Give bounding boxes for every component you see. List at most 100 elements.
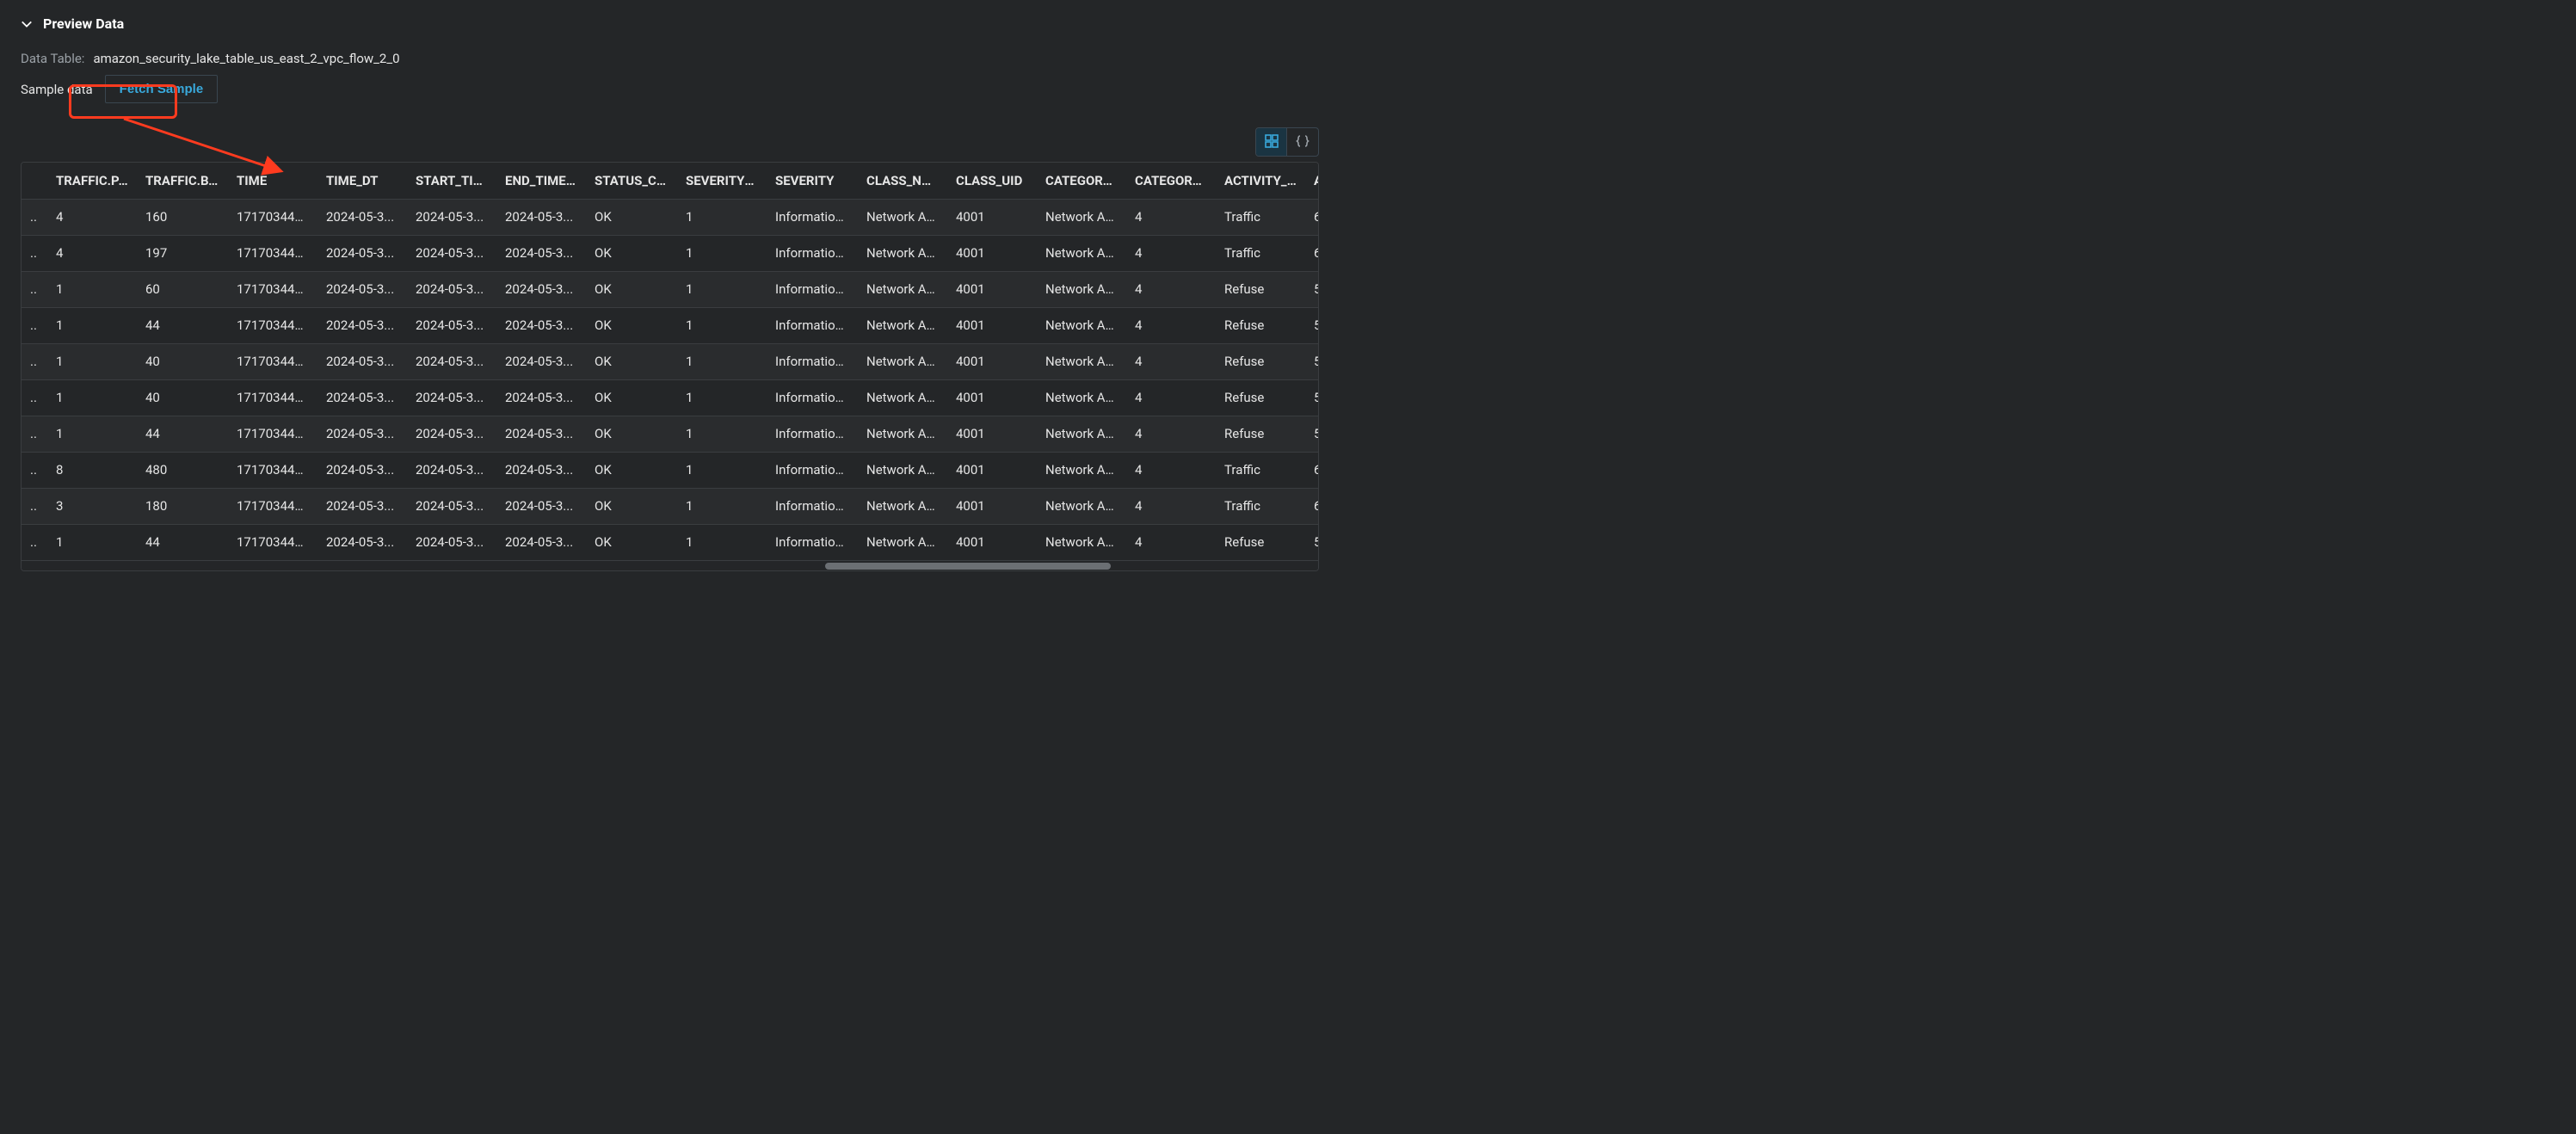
cell-class_name: Network Ac... [858,379,947,416]
cell-activity_name: Refuse [1216,271,1305,307]
table-row[interactable]: ..140171703440...2024-05-3...2024-05-3..… [22,343,1318,379]
table-row[interactable]: ..144171703440...2024-05-3...2024-05-3..… [22,416,1318,452]
cell-start_time: 2024-05-3... [407,452,496,488]
cell-class_uid: 4001 [947,488,1037,524]
column-header-time_dt[interactable]: TIME_DT [317,163,407,199]
leading-column-header[interactable] [22,163,47,199]
cell-traffic_packets: 1 [47,379,137,416]
cell-start_time: 2024-05-3... [407,271,496,307]
cell-category_name: Network Ac... [1037,379,1126,416]
column-header-activity_name[interactable]: ACTIVITY_N... [1216,163,1305,199]
column-header-severity_id[interactable]: SEVERITY_ID [677,163,767,199]
cell-class_name: Network Ac... [858,416,947,452]
column-header-activity_id[interactable]: ACTI [1305,163,1318,199]
cell-class_name: Network Ac... [858,271,947,307]
cell-traffic_packets: 4 [47,235,137,271]
table-row[interactable]: ..160171703440...2024-05-3...2024-05-3..… [22,271,1318,307]
cell-category_name: Network Ac... [1037,307,1126,343]
column-header-traffic_packets[interactable]: TRAFFIC.PAC... [47,163,137,199]
cell-activity_id: 5 [1305,343,1318,379]
cell-time: 171703440... [228,379,317,416]
cell-activity_id: 6 [1305,488,1318,524]
column-header-class_uid[interactable]: CLASS_UID [947,163,1037,199]
table-row[interactable]: ..3180171703443...2024-05-3...2024-05-3.… [22,488,1318,524]
table-row[interactable]: ..4160171703440...2024-05-3...2024-05-3.… [22,199,1318,235]
table-row[interactable]: ..144171703443...2024-05-3...2024-05-3..… [22,524,1318,560]
cell-activity_name: Traffic [1216,199,1305,235]
cell-traffic_bytes: 480 [137,452,228,488]
json-view-button[interactable] [1287,128,1318,156]
cell-category_name: Network Ac... [1037,488,1126,524]
scrollbar-thumb[interactable] [825,563,1111,570]
column-header-category_name[interactable]: CATEGORY_... [1037,163,1126,199]
table-row[interactable]: ..4197171703440...2024-05-3...2024-05-3.… [22,235,1318,271]
column-header-time[interactable]: TIME [228,163,317,199]
cell-category_name: Network Ac... [1037,235,1126,271]
cell-traffic_bytes: 197 [137,235,228,271]
cell-status_code: OK [586,307,677,343]
cell-start_time: 2024-05-3... [407,524,496,560]
cell-time: 171703440... [228,271,317,307]
cell-traffic_packets: 8 [47,452,137,488]
column-header-category_uid[interactable]: CATEGORY_... [1126,163,1216,199]
cell-severity: Informational [767,379,858,416]
cell-activity_name: Traffic [1216,235,1305,271]
cell-activity_name: Refuse [1216,416,1305,452]
cell-activity_id: 5 [1305,271,1318,307]
cell-traffic_bytes: 44 [137,524,228,560]
horizontal-scrollbar[interactable] [22,560,1318,570]
cell-status_code: OK [586,199,677,235]
cell-category_name: Network Ac... [1037,271,1126,307]
fetch-sample-button[interactable]: Fetch Sample [105,75,219,103]
cell-category_uid: 4 [1126,307,1216,343]
cell-status_code: OK [586,488,677,524]
cell-time_dt: 2024-05-3... [317,524,407,560]
cell-activity_name: Refuse [1216,343,1305,379]
cell-class_name: Network Ac... [858,235,947,271]
cell-severity_id: 1 [677,307,767,343]
sample-data-label: Sample data [21,82,93,97]
cell-time: 171703443... [228,488,317,524]
column-header-traffic_bytes[interactable]: TRAFFIC.BYT... [137,163,228,199]
cell-category_uid: 4 [1126,343,1216,379]
column-header-class_name[interactable]: CLASS_NAME [858,163,947,199]
cell-end_time_dt: 2024-05-3... [496,307,586,343]
cell-time_dt: 2024-05-3... [317,271,407,307]
cell-class_name: Network Ac... [858,524,947,560]
column-header-severity[interactable]: SEVERITY [767,163,858,199]
cell-severity: Informational [767,524,858,560]
column-header-start_time[interactable]: START_TIME_... [407,163,496,199]
row-leading-cell: .. [22,343,47,379]
cell-start_time: 2024-05-3... [407,488,496,524]
column-header-status_code[interactable]: STATUS_CODE [586,163,677,199]
row-leading-cell: .. [22,271,47,307]
row-leading-cell: .. [22,379,47,416]
braces-icon [1296,134,1310,151]
cell-severity_id: 1 [677,199,767,235]
table-row[interactable]: ..140171703440...2024-05-3...2024-05-3..… [22,379,1318,416]
cell-traffic_bytes: 44 [137,416,228,452]
cell-traffic_bytes: 40 [137,379,228,416]
cell-time_dt: 2024-05-3... [317,343,407,379]
cell-class_uid: 4001 [947,307,1037,343]
table-row[interactable]: ..144171703440...2024-05-3...2024-05-3..… [22,307,1318,343]
cell-category_name: Network Ac... [1037,199,1126,235]
cell-end_time_dt: 2024-05-3... [496,452,586,488]
cell-severity: Informational [767,452,858,488]
table-row[interactable]: ..8480171703443...2024-05-3...2024-05-3.… [22,452,1318,488]
cell-activity_name: Refuse [1216,307,1305,343]
cell-class_name: Network Ac... [858,199,947,235]
section-header[interactable]: Preview Data [21,15,1319,32]
cell-severity: Informational [767,416,858,452]
cell-category_name: Network Ac... [1037,343,1126,379]
grid-view-button[interactable] [1256,128,1287,156]
cell-traffic_bytes: 60 [137,271,228,307]
cell-start_time: 2024-05-3... [407,307,496,343]
column-header-end_time_dt[interactable]: END_TIME_DT [496,163,586,199]
cell-traffic_packets: 1 [47,307,137,343]
cell-severity: Informational [767,235,858,271]
cell-status_code: OK [586,416,677,452]
row-leading-cell: .. [22,452,47,488]
cell-time: 171703440... [228,235,317,271]
cell-traffic_bytes: 180 [137,488,228,524]
